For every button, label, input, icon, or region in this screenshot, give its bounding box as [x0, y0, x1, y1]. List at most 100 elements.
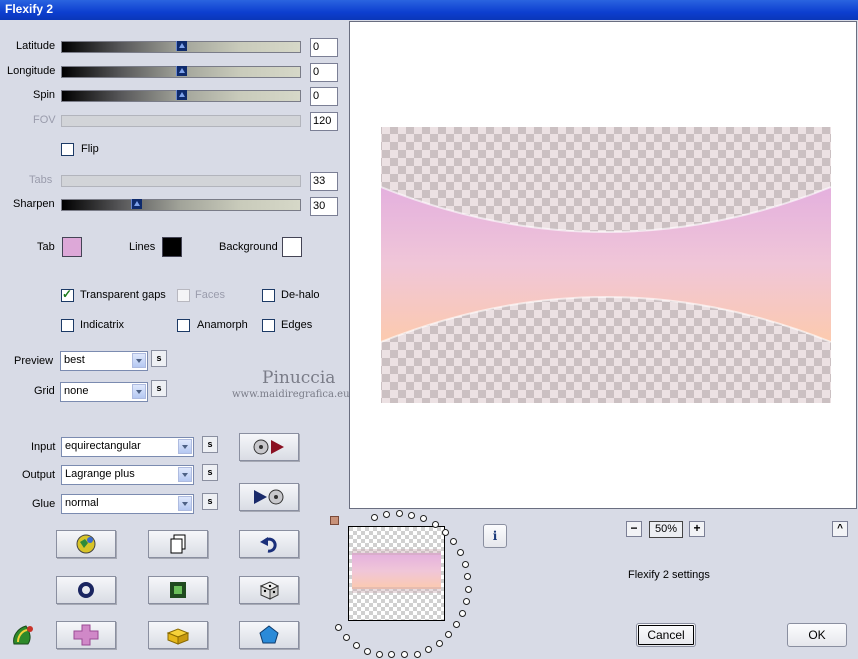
- navigator-handle[interactable]: [330, 516, 339, 525]
- zoom-ring-dot[interactable]: [420, 515, 428, 523]
- chevron-down-icon[interactable]: [178, 439, 192, 454]
- zoom-ring-dot[interactable]: [459, 610, 467, 618]
- output-label: Output: [22, 469, 56, 481]
- longitude-slider-thumb[interactable]: [176, 66, 187, 76]
- edges-checkbox[interactable]: [262, 319, 275, 332]
- sharpen-slider[interactable]: [61, 199, 301, 211]
- fov-slider[interactable]: [61, 115, 301, 127]
- zoom-ring-dot[interactable]: [370, 513, 378, 521]
- zoom-ring-dot[interactable]: [352, 641, 360, 649]
- latitude-slider-thumb[interactable]: [176, 41, 187, 51]
- plugin-logo[interactable]: [10, 622, 36, 651]
- zoom-ring-dot[interactable]: [334, 624, 342, 632]
- input-projection-select[interactable]: equirectangular: [61, 437, 194, 457]
- fov-value[interactable]: 120: [310, 112, 338, 131]
- zoom-ring-dot[interactable]: [445, 631, 453, 639]
- tab-color-swatch[interactable]: [62, 237, 82, 257]
- anamorph-checkbox[interactable]: [177, 319, 190, 332]
- chevron-down-icon[interactable]: [178, 467, 192, 482]
- glue-s-button[interactable]: s: [202, 493, 218, 510]
- zoom-out-button[interactable]: −: [626, 521, 642, 537]
- zoom-ring-dot[interactable]: [463, 598, 471, 606]
- lines-color-swatch[interactable]: [162, 237, 182, 257]
- random-dice-button[interactable]: [239, 576, 299, 604]
- title-bar[interactable]: Flexify 2: [0, 0, 858, 20]
- tabs-value[interactable]: 33: [310, 172, 338, 191]
- copy-button[interactable]: [148, 530, 208, 558]
- grid-select[interactable]: none: [60, 382, 148, 402]
- chevron-down-icon[interactable]: [132, 353, 146, 368]
- grid-label: Grid: [34, 385, 55, 397]
- collapse-button[interactable]: ^: [832, 521, 848, 537]
- spin-label: Spin: [33, 89, 56, 101]
- pentagon-icon: [259, 625, 279, 644]
- pentagon-button[interactable]: [239, 621, 299, 649]
- output-to-input-icon: [254, 489, 284, 505]
- zoom-ring-dot[interactable]: [375, 651, 383, 658]
- preview-select-value: best: [64, 354, 85, 366]
- zoom-ring-dot[interactable]: [395, 510, 403, 518]
- transparent-gaps-checkbox[interactable]: ✓: [61, 287, 74, 302]
- latitude-slider[interactable]: [61, 41, 301, 53]
- zoom-ring-dot[interactable]: [388, 651, 396, 658]
- output-s-button[interactable]: s: [202, 464, 218, 481]
- flip-label: Flip: [81, 143, 99, 155]
- grid-s-button[interactable]: s: [151, 380, 167, 397]
- info-button[interactable]: i: [483, 524, 507, 548]
- globe-button[interactable]: [56, 530, 116, 558]
- zoom-ring-dot[interactable]: [464, 572, 472, 580]
- latitude-value[interactable]: 0: [310, 38, 338, 57]
- faces-checkbox[interactable]: [177, 289, 190, 302]
- spin-slider[interactable]: [61, 90, 301, 102]
- background-color-swatch[interactable]: [282, 237, 302, 257]
- zoom-ring-dot[interactable]: [456, 548, 464, 556]
- flip-checkbox[interactable]: [61, 143, 74, 156]
- navigator-thumbnail[interactable]: [348, 526, 445, 621]
- longitude-slider[interactable]: [61, 66, 301, 78]
- tabs-slider[interactable]: [61, 175, 301, 187]
- input-to-output-button[interactable]: [239, 433, 299, 461]
- zoom-ring-dot[interactable]: [431, 521, 439, 529]
- output-projection-select[interactable]: Lagrange plus: [61, 465, 194, 485]
- lego-brick-icon: [166, 628, 190, 645]
- zoom-ring-dot[interactable]: [408, 511, 416, 519]
- chevron-down-icon[interactable]: [132, 384, 146, 399]
- zoom-ring-dot[interactable]: [363, 647, 371, 655]
- output-select-value: Lagrange plus: [65, 468, 135, 480]
- longitude-value[interactable]: 0: [310, 63, 338, 82]
- indicatrix-checkbox[interactable]: [61, 319, 74, 332]
- glue-select[interactable]: normal: [61, 494, 194, 514]
- zoom-ring-dot[interactable]: [436, 639, 444, 647]
- zoom-ring-dot[interactable]: [441, 528, 449, 536]
- lego-brick-button[interactable]: [148, 621, 208, 649]
- preview-image: [380, 127, 832, 403]
- spin-slider-thumb[interactable]: [176, 90, 187, 100]
- sharpen-value[interactable]: 30: [310, 197, 338, 216]
- preview-s-button[interactable]: s: [151, 350, 167, 367]
- sharpen-slider-thumb[interactable]: [131, 199, 142, 209]
- input-s-button[interactable]: s: [202, 436, 218, 453]
- ok-button[interactable]: OK: [787, 623, 847, 647]
- zoom-ring-dot[interactable]: [401, 651, 409, 658]
- preview-pane[interactable]: [349, 21, 857, 509]
- zoom-ring-dot[interactable]: [464, 585, 472, 593]
- chevron-down-icon[interactable]: [178, 496, 192, 511]
- cancel-button[interactable]: Cancel: [636, 623, 696, 647]
- undo-button[interactable]: [239, 530, 299, 558]
- frame-icon: [170, 582, 186, 598]
- zoom-ring-dot[interactable]: [383, 510, 391, 518]
- output-to-input-button[interactable]: [239, 483, 299, 511]
- zoom-ring-dot[interactable]: [461, 560, 469, 568]
- zoom-ring-dot[interactable]: [413, 651, 421, 658]
- zoom-ring-dot[interactable]: [425, 646, 433, 654]
- ring-button[interactable]: [56, 576, 116, 604]
- de-halo-checkbox[interactable]: [262, 289, 275, 302]
- spin-value[interactable]: 0: [310, 87, 338, 106]
- zoom-ring-dot[interactable]: [343, 633, 351, 641]
- zoom-ring-dot[interactable]: [450, 538, 458, 546]
- cross-button[interactable]: [56, 621, 116, 649]
- zoom-in-button[interactable]: +: [689, 521, 705, 537]
- zoom-ring-dot[interactable]: [453, 621, 461, 629]
- frame-button[interactable]: [148, 576, 208, 604]
- preview-select[interactable]: best: [60, 351, 148, 371]
